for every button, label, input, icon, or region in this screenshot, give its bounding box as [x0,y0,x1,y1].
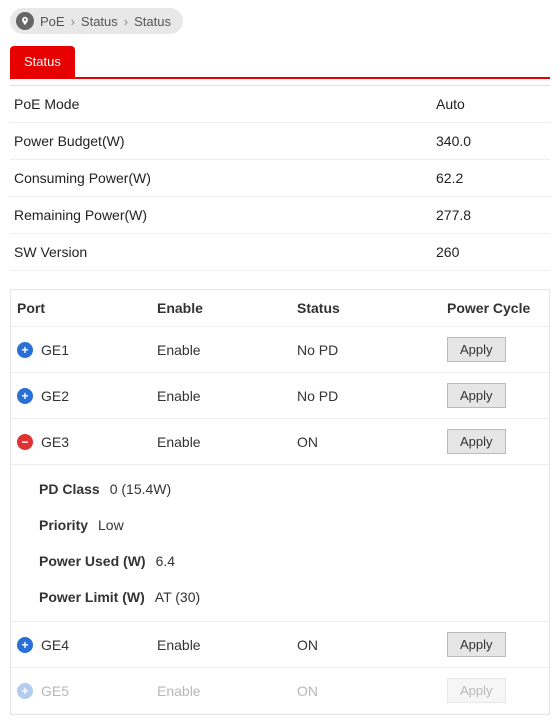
port-status: No PD [297,342,447,358]
table-row: − GE3 Enable ON Apply [11,419,549,465]
expand-icon[interactable]: + [17,683,33,699]
port-name: GE4 [41,637,69,653]
port-enable: Enable [157,683,297,699]
detail-label: PD Class [39,481,100,497]
header-enable: Enable [157,300,297,316]
table-row: + GE2 Enable No PD Apply [11,373,549,419]
port-enable: Enable [157,434,297,450]
location-icon [16,12,34,30]
summary-value: 62.2 [436,170,546,186]
port-name: GE5 [41,683,69,699]
chevron-right-icon: › [124,14,128,29]
port-status: No PD [297,388,447,404]
summary-value: 277.8 [436,207,546,223]
detail-value: Low [98,517,124,533]
port-name: GE2 [41,388,69,404]
detail-value: 0 (15.4W) [110,481,171,497]
apply-button[interactable]: Apply [447,429,506,454]
port-status: ON [297,683,447,699]
apply-button[interactable]: Apply [447,678,506,703]
table-row: + GE1 Enable No PD Apply [11,327,549,373]
tab-status[interactable]: Status [10,46,75,77]
apply-button[interactable]: Apply [447,632,506,657]
port-status: ON [297,434,447,450]
header-power-cycle: Power Cycle [447,300,543,316]
breadcrumb[interactable]: PoE › Status › Status [10,8,183,34]
summary-table: PoE Mode Auto Power Budget(W) 340.0 Cons… [10,85,550,271]
table-row: + GE4 Enable ON Apply [11,622,549,668]
breadcrumb-item[interactable]: Status [134,14,171,29]
apply-button[interactable]: Apply [447,337,506,362]
port-status: ON [297,637,447,653]
summary-value: Auto [436,96,546,112]
header-port: Port [17,300,157,316]
detail-label: Priority [39,517,88,533]
table-header: Port Enable Status Power Cycle [11,290,549,327]
summary-value: 340.0 [436,133,546,149]
port-name: GE3 [41,434,69,450]
breadcrumb-item[interactable]: PoE [40,14,65,29]
expand-icon[interactable]: + [17,637,33,653]
port-enable: Enable [157,388,297,404]
apply-button[interactable]: Apply [447,383,506,408]
table-row: + GE5 Enable ON Apply [11,668,549,714]
detail-label: Power Used (W) [39,553,146,569]
detail-label: Power Limit (W) [39,589,145,605]
summary-value: 260 [436,244,546,260]
expand-icon[interactable]: + [17,388,33,404]
tab-bar: Status [10,46,550,79]
header-status: Status [297,300,447,316]
summary-label: Power Budget(W) [14,133,436,149]
port-table: Port Enable Status Power Cycle + GE1 Ena… [10,289,550,715]
summary-label: PoE Mode [14,96,436,112]
breadcrumb-item[interactable]: Status [81,14,118,29]
port-enable: Enable [157,342,297,358]
collapse-icon[interactable]: − [17,434,33,450]
expand-icon[interactable]: + [17,342,33,358]
chevron-right-icon: › [71,14,75,29]
summary-label: SW Version [14,244,436,260]
detail-value: 6.4 [156,553,175,569]
summary-label: Consuming Power(W) [14,170,436,186]
port-enable: Enable [157,637,297,653]
port-name: GE1 [41,342,69,358]
summary-label: Remaining Power(W) [14,207,436,223]
port-detail: PD Class 0 (15.4W) Priority Low Power Us… [11,465,549,622]
detail-value: AT (30) [155,589,200,605]
